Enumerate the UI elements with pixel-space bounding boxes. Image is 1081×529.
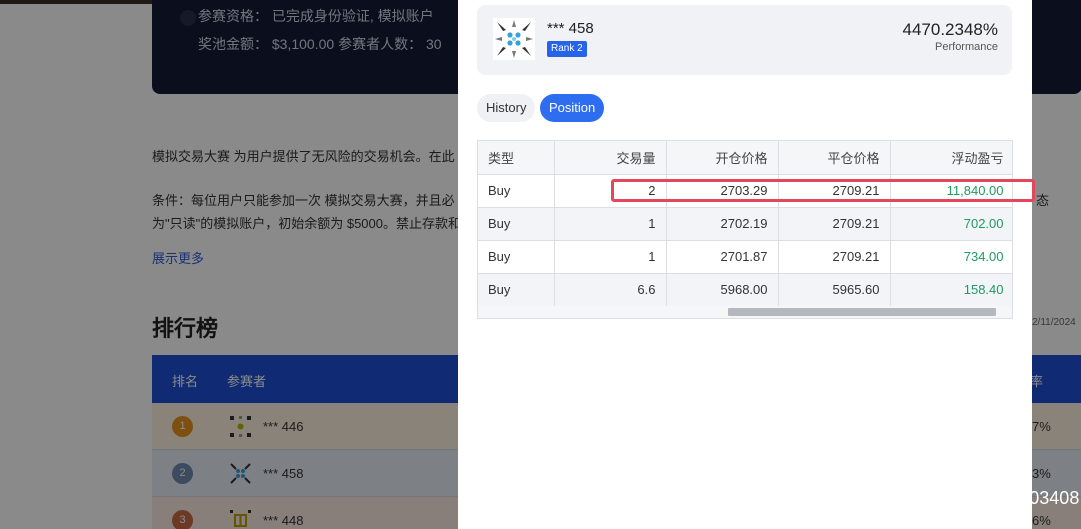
tab-history[interactable]: History bbox=[477, 94, 536, 122]
profile-name: *** 458 bbox=[547, 20, 594, 37]
column-header-type: 类型 bbox=[478, 141, 555, 175]
cell-open-price: 2702.19 bbox=[666, 207, 779, 241]
cell-close-price: 5965.60 bbox=[778, 273, 891, 307]
table-row: Buy 6.6 5968.00 5965.60 158.40 bbox=[478, 273, 1012, 307]
profile-card: *** 458 Rank 2 4470.2348% Performance bbox=[477, 5, 1012, 75]
performance-label: Performance bbox=[935, 41, 998, 53]
performance-value: 4470.2348% bbox=[902, 20, 998, 39]
cell-floating-pnl: 158.40 bbox=[890, 273, 1012, 307]
cell-type: Buy bbox=[478, 273, 555, 307]
cell-volume: 1 bbox=[554, 240, 667, 274]
tab-position[interactable]: Position bbox=[540, 94, 605, 122]
table-row: Buy 1 2702.19 2709.21 702.00 bbox=[478, 207, 1012, 241]
cell-close-price: 2709.21 bbox=[778, 240, 891, 274]
column-header-open-price: 开仓价格 bbox=[666, 141, 779, 175]
cell-open-price: 5968.00 bbox=[666, 273, 779, 307]
cell-floating-pnl: 734.00 bbox=[890, 240, 1012, 274]
cell-floating-pnl: 702.00 bbox=[890, 207, 1012, 241]
column-header-floating-pnl: 浮动盈亏 bbox=[890, 141, 1012, 175]
highlight-box bbox=[611, 179, 1035, 202]
cell-volume: 6.6 bbox=[554, 273, 667, 307]
participant-detail-modal: *** 458 Rank 2 4470.2348% Performance Hi… bbox=[458, 0, 1032, 529]
table-row: Buy 1 2701.87 2709.21 734.00 bbox=[478, 240, 1012, 274]
cell-volume: 1 bbox=[554, 207, 667, 241]
cell-type: Buy bbox=[478, 240, 555, 274]
scrollbar-thumb[interactable] bbox=[728, 308, 996, 316]
cell-type: Buy bbox=[478, 207, 555, 241]
avatar-icon bbox=[493, 18, 535, 60]
rank-badge: Rank 2 bbox=[547, 41, 587, 57]
column-header-close-price: 平仓价格 bbox=[778, 141, 891, 175]
positions-table: 类型 交易量 开仓价格 平仓价格 浮动盈亏 Buy 2 2703.29 2709… bbox=[477, 140, 1013, 319]
cell-open-price: 2701.87 bbox=[666, 240, 779, 274]
watermark: 知乎 @03408 bbox=[970, 488, 1080, 508]
table-header-row: 类型 交易量 开仓价格 平仓价格 浮动盈亏 bbox=[478, 141, 1012, 175]
column-header-volume: 交易量 bbox=[554, 141, 667, 175]
cell-type: Buy bbox=[478, 174, 555, 208]
cell-close-price: 2709.21 bbox=[778, 207, 891, 241]
